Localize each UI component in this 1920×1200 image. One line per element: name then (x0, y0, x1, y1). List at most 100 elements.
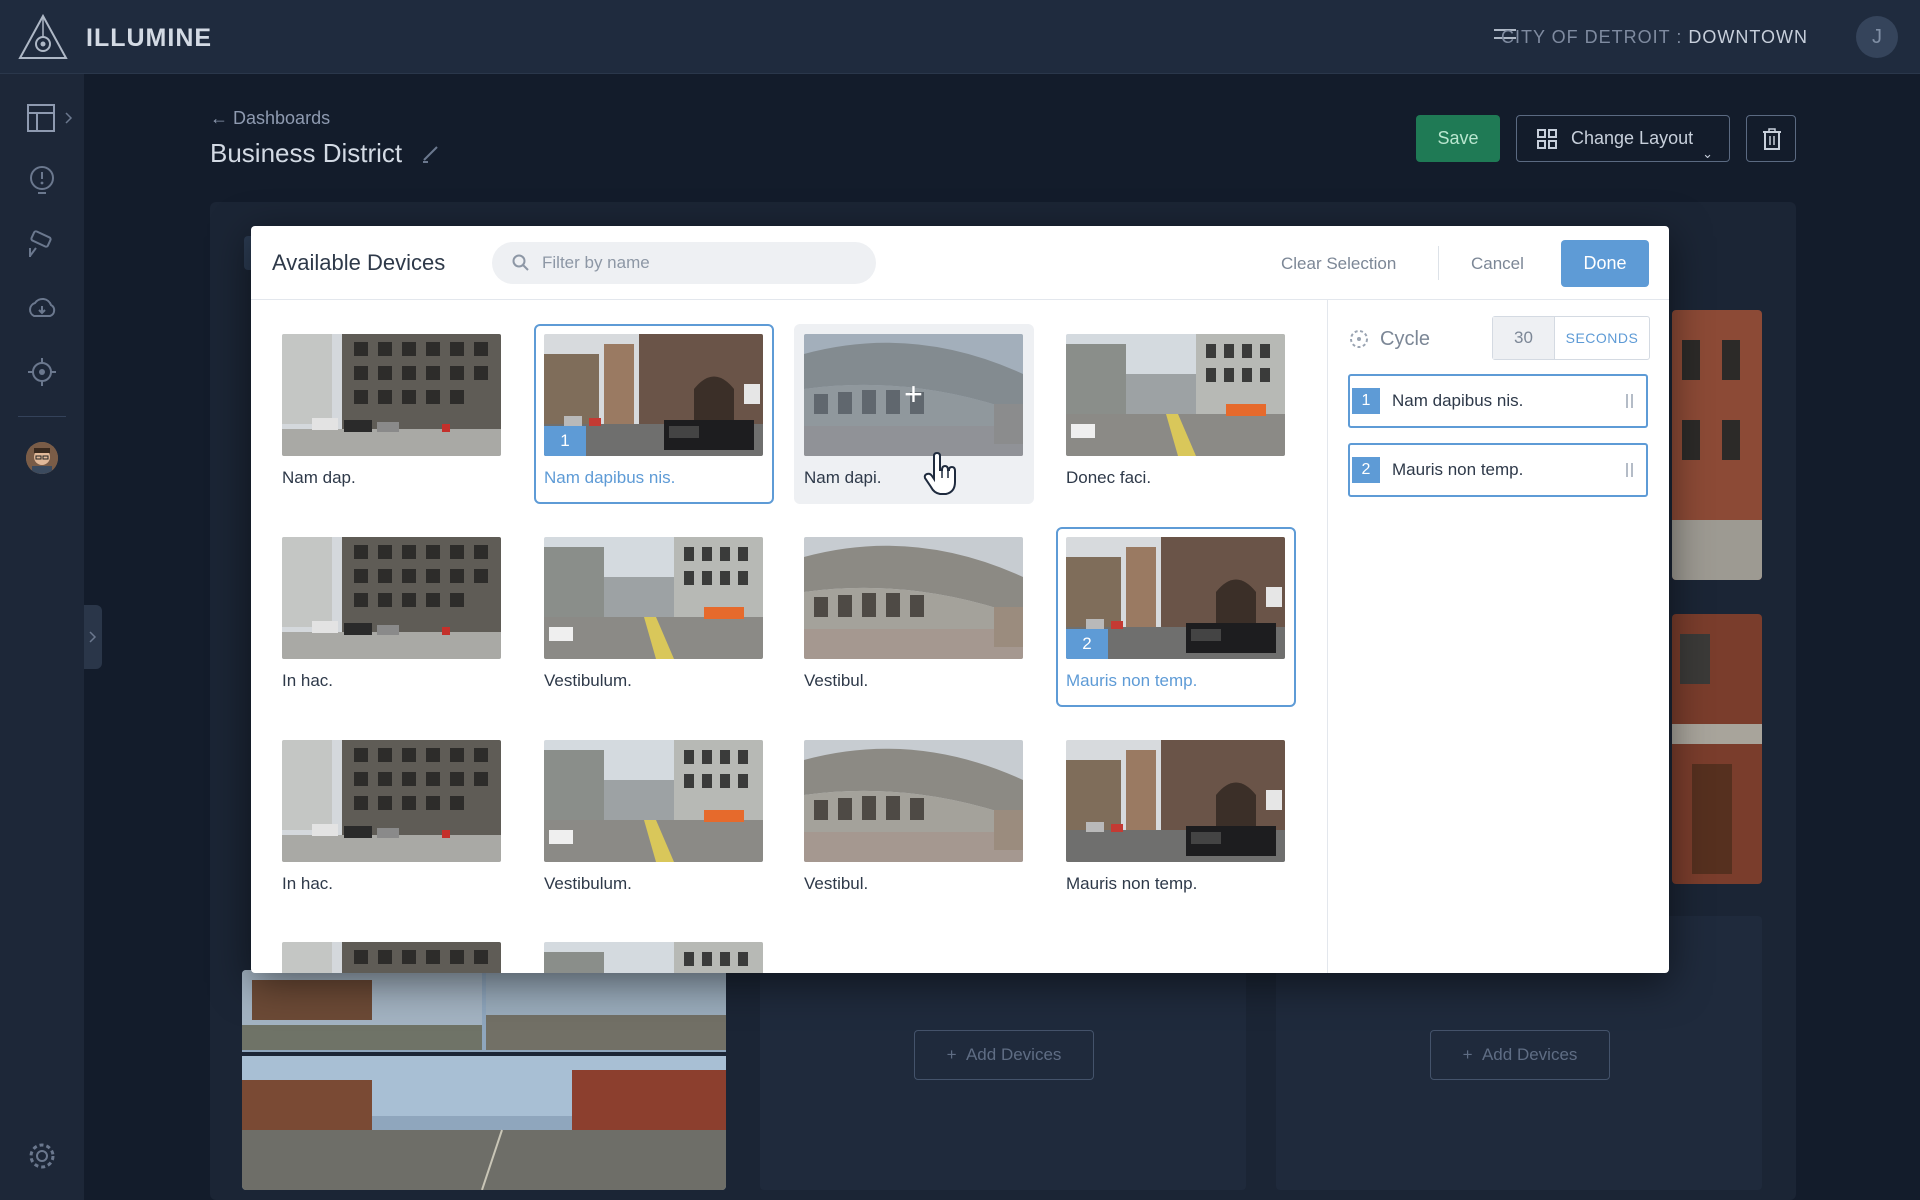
filter-input[interactable] (542, 242, 862, 284)
device-label: Vestibulum. (544, 874, 632, 893)
device-card[interactable]: In hac. (272, 730, 512, 910)
cancel-button[interactable]: Cancel (1471, 254, 1524, 274)
back-to-dashboards-link[interactable]: ← Dashboards (210, 108, 330, 129)
device-label: Mauris non temp. (1066, 874, 1198, 893)
selected-device-label: Mauris non temp. (1392, 460, 1524, 479)
device-thumbnail (282, 334, 501, 456)
device-thumbnail (282, 740, 501, 862)
device-label: In hac. (282, 671, 334, 690)
filter-search[interactable] (492, 242, 876, 284)
delete-button[interactable] (1746, 115, 1796, 162)
brand-name: ILLUMINE (86, 24, 213, 52)
device-label: Mauris non temp. (1066, 671, 1198, 690)
device-thumbnail (544, 740, 763, 862)
done-button[interactable]: Done (1561, 240, 1649, 287)
device-thumbnail: 1 (544, 334, 763, 456)
device-card[interactable]: Vestibulum. (534, 527, 774, 707)
header-divider (1438, 246, 1439, 280)
device-grid: Nam dap. 1 Nam dapibus nis. + Nam dapi. … (251, 300, 1327, 973)
add-devices-button[interactable]: + Add Devices (1430, 1030, 1610, 1080)
cloud-icon[interactable] (26, 292, 58, 324)
device-label: In hac. (282, 874, 334, 893)
dashboard-layout-icon[interactable] (26, 102, 58, 134)
selected-order-number: 1 (1352, 388, 1380, 414)
selection-order-badge: 1 (544, 426, 586, 456)
device-thumbnail (282, 537, 501, 659)
chevron-right-icon (65, 112, 73, 124)
device-thumbnail (804, 537, 1023, 659)
chevron-right-icon (89, 631, 97, 643)
selected-device-item[interactable]: 2 Mauris non temp. (1348, 443, 1648, 497)
device-card[interactable]: Vestibulum. (534, 730, 774, 910)
device-card[interactable]: Mauris non temp. (1056, 730, 1296, 910)
device-label: Nam dapibus nis. (544, 468, 676, 487)
device-label: Donec faci. (1066, 468, 1152, 487)
drag-handle-icon[interactable] (1626, 463, 1634, 479)
cycle-panel: Cycle 30 SECONDS 1 Nam dapibus nis. 2 Ma… (1327, 300, 1669, 973)
clear-selection-button[interactable]: Clear Selection (1281, 254, 1396, 274)
device-card[interactable]: Vestibul. (794, 527, 1034, 707)
drag-handle-icon[interactable] (1626, 394, 1634, 410)
device-card[interactable]: Nam dap. (272, 324, 512, 504)
trash-icon (1763, 128, 1781, 150)
camera-tile[interactable] (1672, 310, 1762, 580)
plus-icon: + (904, 375, 923, 412)
device-card-selected[interactable]: 1 Nam dapibus nis. (534, 324, 774, 504)
sidebar-collapse-toggle[interactable] (84, 605, 102, 669)
device-thumbnail (282, 942, 501, 973)
selection-order-badge: 2 (1066, 629, 1108, 659)
device-thumbnail: 2 (1066, 537, 1285, 659)
edit-pencil-icon[interactable] (420, 142, 442, 164)
change-layout-button[interactable]: Change Layout ⌄ (1516, 115, 1730, 162)
user-avatar[interactable]: J (1856, 16, 1898, 58)
device-card-selected[interactable]: 2 Mauris non temp. (1056, 527, 1296, 707)
device-thumbnail (544, 537, 763, 659)
location-prefix: CITY OF DETROIT : (1500, 27, 1683, 47)
location-selector[interactable]: CITY OF DETROIT : DOWNTOWN (1501, 27, 1808, 48)
device-card[interactable] (272, 932, 512, 973)
camera-tile[interactable] (1672, 614, 1762, 884)
device-thumbnail: + (804, 334, 1023, 456)
add-devices-button[interactable]: + Add Devices (914, 1030, 1094, 1080)
top-bar: ILLUMINE CITY OF DETROIT : DOWNTOWN J (0, 0, 1920, 74)
selected-order-number: 2 (1352, 457, 1380, 483)
target-icon[interactable] (26, 356, 58, 388)
device-card[interactable]: Vestibul. (794, 730, 1034, 910)
device-card[interactable]: In hac. (272, 527, 512, 707)
device-card[interactable] (534, 932, 774, 973)
alert-icon[interactable] (26, 164, 58, 196)
add-overlay[interactable]: + (804, 334, 1023, 456)
device-label: Vestibulum. (544, 671, 632, 690)
page-title: Business District (210, 138, 403, 168)
search-icon (512, 254, 529, 271)
left-sidebar (0, 74, 84, 1200)
available-devices-modal: Available Devices Clear Selection Cancel… (251, 226, 1669, 973)
modal-title: Available Devices (272, 250, 446, 275)
cycle-interval-field[interactable]: 30 SECONDS (1492, 316, 1650, 360)
profile-avatar[interactable] (26, 442, 58, 474)
save-button[interactable]: Save (1416, 115, 1500, 162)
arrow-left-icon: ← (210, 108, 228, 128)
cycle-seconds-input[interactable]: 30 (1493, 317, 1555, 359)
device-card-hover[interactable]: + Nam dapi. (794, 324, 1034, 504)
grid-icon (1537, 129, 1557, 149)
camera-tile[interactable] (242, 970, 726, 1190)
device-card[interactable]: Donec faci. (1056, 324, 1296, 504)
device-label: Vestibul. (804, 874, 869, 893)
device-thumbnail (544, 942, 763, 973)
device-thumbnail (1066, 334, 1285, 456)
selected-device-label: Nam dapibus nis. (1392, 391, 1524, 410)
illumine-logo-icon[interactable] (18, 14, 68, 60)
sidebar-divider (18, 416, 66, 417)
hand-pointer-icon (923, 452, 956, 495)
settings-gear-icon[interactable] (26, 1140, 58, 1172)
location-name: DOWNTOWN (1688, 27, 1808, 47)
device-thumbnail (1066, 740, 1285, 862)
device-label: Vestibul. (804, 671, 869, 690)
camera-icon[interactable] (26, 228, 58, 260)
device-label: Nam dap. (282, 468, 356, 487)
device-thumbnail (804, 740, 1023, 862)
modal-header: Available Devices Clear Selection Cancel… (251, 226, 1669, 300)
cycle-refresh-icon (1350, 330, 1368, 348)
selected-device-item[interactable]: 1 Nam dapibus nis. (1348, 374, 1648, 428)
